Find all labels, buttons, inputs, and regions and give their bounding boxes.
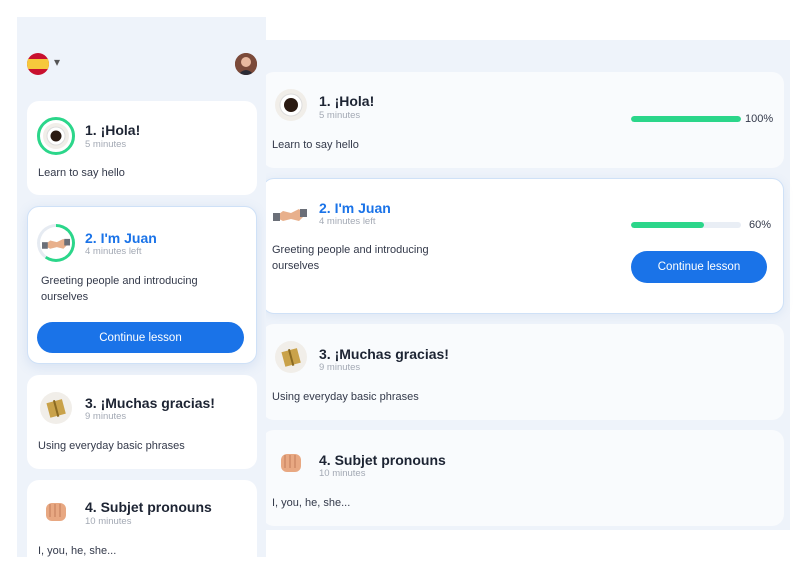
desktop-lesson-card-3[interactable]: 3. ¡Muchas gracias! 9 minutes Using ever…	[262, 324, 784, 420]
continue-lesson-button[interactable]: Continue lesson	[631, 251, 767, 283]
lesson-description: Greeting people and introducing ourselve…	[41, 275, 198, 303]
lesson-duration: 10 minutes	[319, 468, 366, 479]
coffee-cup-icon	[37, 117, 75, 155]
progress-fill	[631, 222, 704, 228]
lesson-description: Greeting people and introducing ourselve…	[272, 244, 429, 272]
fist-icon	[274, 446, 308, 480]
lesson-title: 4. Subjet pronouns	[319, 452, 446, 468]
desktop-lesson-card-2[interactable]: 2. I'm Juan 4 minutes left Greeting peop…	[262, 178, 784, 314]
spain-flag-icon[interactable]	[27, 53, 49, 75]
mobile-lesson-card-4[interactable]: 4. Subjet pronouns 10 minutes I, you, he…	[27, 480, 257, 557]
lesson-description: Learn to say hello	[272, 139, 359, 151]
lesson-title: 3. ¡Muchas gracias!	[85, 395, 215, 411]
lesson-description: I, you, he, she...	[38, 545, 117, 557]
continue-lesson-button[interactable]: Continue lesson	[37, 322, 244, 353]
fist-icon	[39, 495, 73, 529]
coffee-cup-icon	[274, 88, 308, 122]
lesson-progress-bar	[631, 222, 741, 228]
lesson-duration: 4 minutes left	[319, 216, 376, 227]
progress-fill	[631, 116, 741, 122]
lesson-duration: 5 minutes	[85, 139, 127, 150]
gift-icon	[39, 391, 73, 425]
avatar[interactable]	[235, 53, 257, 75]
mobile-lesson-card-2[interactable]: 2. I'm Juan 4 minutes left Greeting peop…	[27, 206, 257, 364]
progress-percent: 60%	[749, 219, 772, 231]
handshake-icon	[37, 224, 75, 262]
lesson-description: Using everyday basic phrases	[272, 391, 419, 403]
desktop-lesson-card-1[interactable]: 1. ¡Hola! 5 minutes Learn to say hello 1…	[262, 72, 784, 168]
chevron-down-icon[interactable]: ▾	[54, 55, 60, 69]
lesson-description: Using everyday basic phrases	[38, 440, 185, 452]
lesson-duration: 10 minutes	[85, 516, 132, 527]
handshake-icon	[273, 197, 307, 231]
lesson-description: Learn to say hello	[38, 167, 125, 179]
progress-percent: 100%	[745, 113, 774, 125]
lesson-title: 4. Subjet pronouns	[85, 499, 212, 515]
desktop-lesson-card-4[interactable]: 4. Subjet pronouns 10 minutes I, you, he…	[262, 430, 784, 526]
mobile-lesson-card-1[interactable]: 1. ¡Hola! 5 minutes Learn to say hello	[27, 101, 257, 195]
mobile-panel: ▾ 1. ¡Hola! 5 minutes Learn to say hello…	[17, 17, 266, 557]
lesson-title: 1. ¡Hola!	[319, 93, 375, 109]
mobile-lesson-card-3[interactable]: 3. ¡Muchas gracias! 9 minutes Using ever…	[27, 375, 257, 469]
gift-icon	[274, 340, 308, 374]
lesson-title: 1. ¡Hola!	[85, 122, 141, 138]
lesson-title: 3. ¡Muchas gracias!	[319, 346, 449, 362]
lesson-title: 2. I'm Juan	[85, 230, 157, 246]
lesson-title: 2. I'm Juan	[319, 200, 391, 216]
lesson-duration: 9 minutes	[319, 362, 361, 373]
lesson-duration: 9 minutes	[85, 411, 127, 422]
lesson-duration: 5 minutes	[319, 110, 361, 121]
lesson-description: I, you, he, she...	[272, 497, 351, 509]
lesson-duration: 4 minutes left	[85, 246, 142, 257]
lesson-progress-bar	[631, 116, 741, 122]
